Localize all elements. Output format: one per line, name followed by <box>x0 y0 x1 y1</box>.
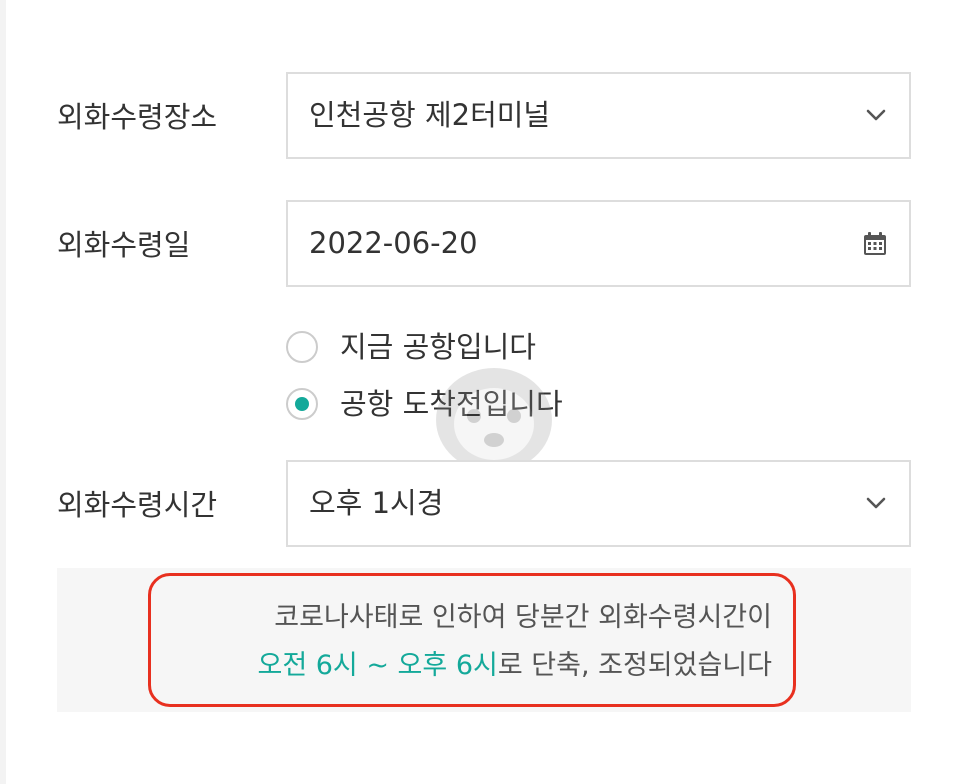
location-label: 외화수령장소 <box>57 100 218 134</box>
location-select[interactable]: 인천공항 제2터미널 <box>286 72 911 159</box>
notice-line-2-rest: 로 단축, 조정되었습니다 <box>497 650 772 681</box>
notice-hours-highlight: 오전 6시 ~ 오후 6시 <box>257 650 498 681</box>
notice-line-2: 오전 6시 ~ 오후 6시로 단축, 조정되었습니다 <box>257 646 772 686</box>
time-value: 오후 1시경 <box>309 486 444 520</box>
chevron-down-icon <box>866 497 886 509</box>
date-field[interactable]: 2022-06-20 <box>286 200 911 287</box>
time-label: 외화수령시간 <box>57 488 218 522</box>
notice-highlight-outline <box>148 573 796 707</box>
calendar-icon[interactable] <box>862 231 888 257</box>
chevron-down-icon <box>866 109 886 121</box>
left-edge-strip <box>0 0 6 784</box>
date-value: 2022-06-20 <box>309 226 478 260</box>
radio-circle-unchecked[interactable] <box>286 331 318 363</box>
notice-line-1: 코로나사태로 인하여 당분간 외화수령시간이 <box>274 602 772 633</box>
date-label: 외화수령일 <box>57 228 191 262</box>
location-value: 인천공항 제2터미널 <box>309 98 551 132</box>
time-select[interactable]: 오후 1시경 <box>286 460 911 547</box>
radio-circle-checked[interactable] <box>286 388 318 420</box>
